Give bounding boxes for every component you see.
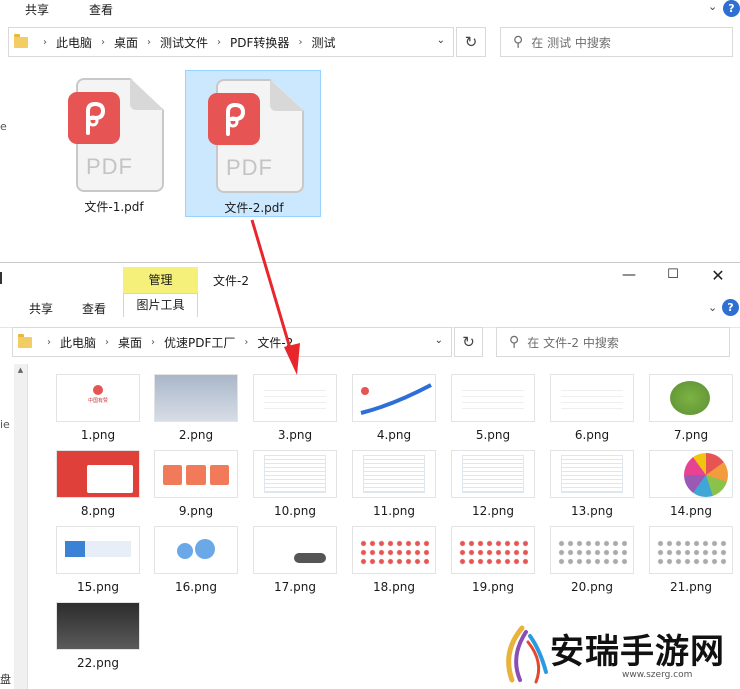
image-file-name: 16.png	[175, 580, 217, 594]
red-arrow-annotation	[250, 219, 300, 375]
image-thumbnail[interactable]	[56, 450, 140, 498]
image-thumbnail[interactable]	[649, 526, 733, 574]
pdf-file-icon: PDF	[208, 79, 304, 193]
image-thumbnail[interactable]	[56, 602, 140, 650]
image-file-name: 2.png	[178, 428, 214, 442]
image-file-name: 17.png	[274, 580, 316, 594]
breadcrumb: › 此电脑 › 桌面 › 测试文件 › PDF转换器 › 测试	[43, 34, 336, 51]
breadcrumb-item[interactable]: 测试	[311, 34, 335, 51]
image-file-name: 19.png	[472, 580, 514, 594]
image-file-name: 14.png	[670, 504, 712, 518]
image-thumbnail[interactable]	[253, 450, 337, 498]
explorer-window-test: 共享 查看 ⌄ ? › 此电脑 › 桌面 › 测试文件 › PDF转换器 › 测试 ⌄ ↻…	[0, 0, 740, 262]
file-item-pdf-1[interactable]: PDF 文件-1.pdf	[46, 70, 182, 217]
watermark-title: 安瑞手游网	[550, 632, 725, 672]
image-file-name: 13.png	[571, 504, 613, 518]
image-thumbnail[interactable]	[550, 374, 634, 422]
search-icon: ⚲	[513, 34, 524, 50]
tab-share[interactable]: 共享	[12, 1, 62, 18]
image-thumbnail[interactable]	[649, 450, 733, 498]
pdf-reader-logo-icon	[68, 92, 120, 144]
image-file-name: 9.png	[178, 504, 214, 518]
watermark-url: www.szerg.com	[622, 670, 693, 680]
watermark-logo: 安瑞手游网 www.szerg.com	[492, 622, 740, 688]
image-file-name: 6.png	[574, 428, 610, 442]
image-thumbnail[interactable]: 中国有赞	[56, 374, 140, 422]
image-thumbnail[interactable]	[154, 526, 238, 574]
image-thumbnail[interactable]	[154, 450, 238, 498]
image-thumbnail[interactable]	[649, 374, 733, 422]
refresh-icon: ↻	[464, 33, 478, 51]
image-file-name: 3.png	[277, 428, 313, 442]
image-thumbnail[interactable]	[154, 374, 238, 422]
address-bar[interactable]: › 此电脑 › 桌面 › 测试文件 › PDF转换器 › 测试 ⌄	[8, 27, 454, 57]
search-input[interactable]: ⚲ 在 测试 中搜索	[500, 27, 733, 57]
chevron-down-icon[interactable]: ⌄	[437, 35, 445, 46]
image-file-name: 21.png	[670, 580, 712, 594]
image-file-name: 5.png	[475, 428, 511, 442]
breadcrumb-item[interactable]: 此电脑	[56, 34, 92, 51]
image-thumbnail[interactable]	[550, 526, 634, 574]
refresh-button[interactable]: ↻	[456, 27, 486, 57]
image-file-name: 1.png	[80, 428, 116, 442]
image-file-name: 15.png	[77, 580, 119, 594]
image-file-name: 18.png	[373, 580, 415, 594]
image-thumbnail[interactable]	[451, 450, 535, 498]
image-file-name: 8.png	[80, 504, 116, 518]
chevron-down-icon[interactable]: ⌄	[708, 0, 717, 13]
image-file-name: 10.png	[274, 504, 316, 518]
image-file-name: 7.png	[673, 428, 709, 442]
image-thumbnail[interactable]	[352, 450, 436, 498]
image-thumbnail[interactable]	[56, 526, 140, 574]
pdf-badge-text: PDF	[86, 154, 133, 179]
left-edge-text: e	[0, 120, 7, 133]
image-thumbnail[interactable]	[451, 374, 535, 422]
pdf-file-icon: PDF	[68, 78, 164, 192]
pdf-reader-logo-icon	[208, 93, 260, 145]
image-thumbnail[interactable]	[550, 450, 634, 498]
image-file-name: 20.png	[571, 580, 613, 594]
image-file-name: 12.png	[472, 504, 514, 518]
szerg-logo-icon	[506, 625, 548, 684]
image-thumbnail[interactable]	[253, 526, 337, 574]
image-file-name: 4.png	[376, 428, 412, 442]
breadcrumb-item[interactable]: 测试文件	[160, 34, 208, 51]
image-file-name: 11.png	[373, 504, 415, 518]
tab-view[interactable]: 查看	[76, 1, 126, 18]
image-thumbnail[interactable]	[451, 526, 535, 574]
image-thumbnail[interactable]	[352, 526, 436, 574]
search-placeholder: 在 测试 中搜索	[531, 35, 611, 50]
folder-icon	[14, 33, 28, 48]
pdf-badge-text: PDF	[226, 155, 273, 180]
image-thumbnail[interactable]	[352, 374, 436, 422]
ribbon-tabs: 共享 查看	[12, 0, 126, 18]
thumb-caption: 中国有赞	[87, 398, 108, 404]
breadcrumb-item[interactable]: PDF转换器	[230, 34, 289, 51]
file-item-pdf-2[interactable]: PDF 文件-2.pdf	[185, 70, 321, 217]
breadcrumb-item[interactable]: 桌面	[114, 34, 138, 51]
file-name: 文件-2.pdf	[224, 201, 284, 215]
file-name: 文件-1.pdf	[84, 200, 144, 214]
help-icon[interactable]: ?	[723, 0, 740, 17]
image-file-name: 22.png	[77, 656, 119, 670]
